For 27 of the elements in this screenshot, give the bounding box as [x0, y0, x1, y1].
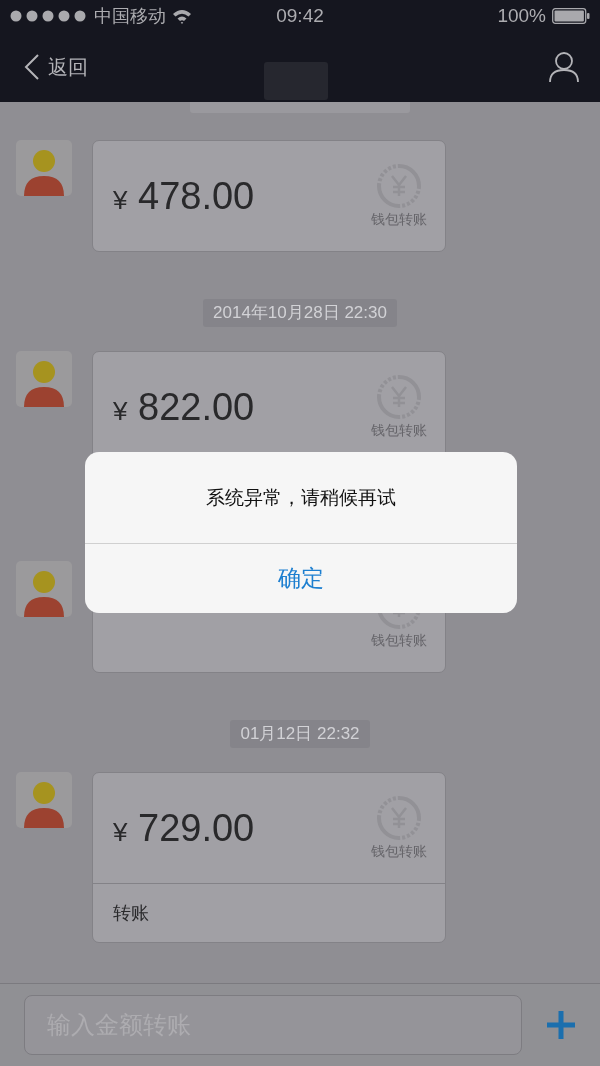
avatar	[16, 351, 72, 407]
amount-text: ¥ 729.00	[113, 806, 255, 850]
timestamp-pill: 2014年10月28日 22:30	[203, 299, 397, 327]
avatar	[16, 140, 72, 196]
signal-icon	[10, 10, 88, 22]
avatar	[16, 561, 72, 617]
back-label: 返回	[48, 54, 88, 80]
amount-text: ¥ 822.00	[113, 385, 255, 429]
battery-percent: 100%	[497, 5, 546, 27]
back-button[interactable]: 返回	[20, 49, 92, 85]
transfer-bubble[interactable]: ¥ 729.00 钱包转账 转账	[92, 772, 446, 943]
timestamp-pill: 01月12日 22:32	[230, 720, 370, 748]
badge-label: 钱包转账	[371, 843, 427, 861]
amount-text: ¥ 478.00	[113, 174, 255, 218]
note-text: 转账	[113, 902, 149, 925]
transfer-bubble[interactable]: ¥ 478.00 钱包转账	[92, 140, 446, 252]
avatar	[16, 772, 72, 828]
profile-icon[interactable]	[548, 51, 580, 83]
carrier-name: 中国移动	[94, 5, 166, 28]
badge-label: 钱包转账	[371, 211, 427, 229]
status-time: 09:42	[275, 5, 325, 27]
battery-icon	[552, 8, 590, 24]
wifi-icon	[172, 8, 192, 24]
badge-label: 钱包转账	[371, 632, 427, 650]
back-chevron-icon	[24, 53, 40, 81]
alert-message: 系统异常，请稍候再试	[85, 452, 517, 544]
badge-label: 钱包转账	[371, 422, 427, 440]
